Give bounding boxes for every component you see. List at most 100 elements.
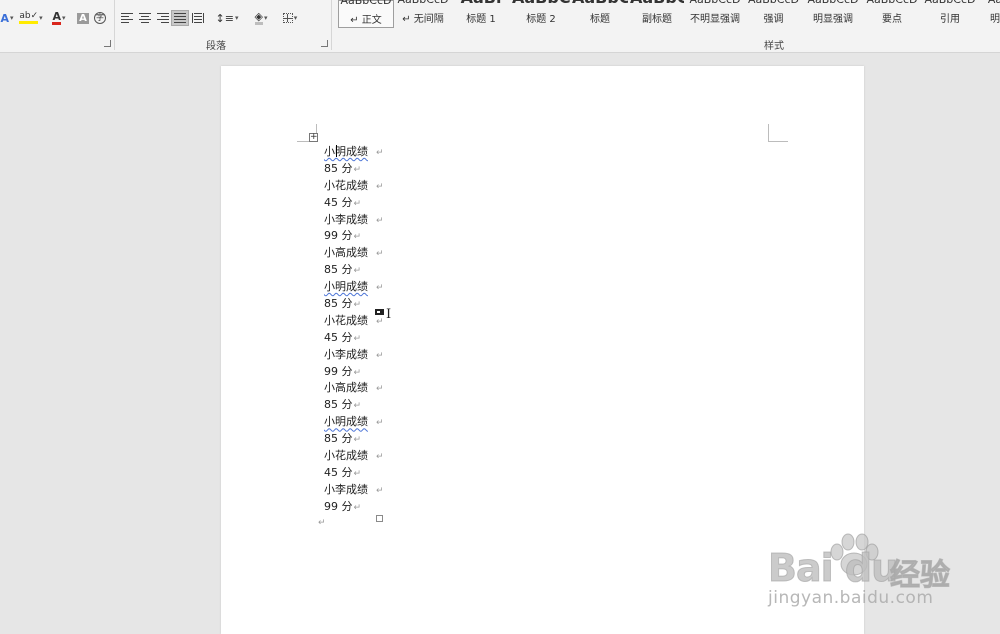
align-left-icon (121, 13, 133, 23)
align-center-button[interactable] (138, 10, 152, 26)
score-text: 85 分 (324, 297, 353, 311)
font-color-icon: A (52, 10, 61, 25)
shading-button[interactable]: ◈ ▾ (249, 10, 273, 26)
style-item[interactable]: AaBbC 副标题 (630, 0, 684, 28)
enclosed-char-icon: 字 (94, 12, 106, 24)
style-item[interactable]: AaBl 标题 1 (452, 0, 510, 28)
document-line[interactable]: 85 分↵ (324, 161, 384, 178)
student-name-text: 小明成绩 (324, 415, 368, 429)
style-item[interactable]: AaBbC 标题 2 (512, 0, 570, 28)
ibeam-cursor-icon: I (386, 307, 392, 322)
style-preview: AaBbC (512, 0, 570, 7)
score-text: 45 分 (324, 195, 353, 209)
paragraph-mark: ↵ (376, 316, 384, 327)
score-text: 99 分 (324, 229, 353, 243)
document-line[interactable]: 85 分↵ (324, 262, 384, 279)
document-line[interactable]: 45 分↵ (324, 195, 384, 212)
style-item[interactable]: AaBbCcD 不明显强调 (686, 0, 744, 28)
paragraph-mark: ↵ (376, 452, 384, 463)
style-item[interactable]: AaBbCcD 引用 (922, 0, 978, 28)
group-separator (114, 0, 115, 50)
style-name: 标题 (590, 14, 610, 25)
score-text: 45 分 (324, 330, 353, 344)
paragraph-mark: ↵ (353, 435, 362, 446)
align-right-button[interactable] (156, 10, 170, 26)
margin-corner-top-right (768, 124, 769, 142)
paragraph-mark: ↵ (376, 418, 384, 429)
student-name-text: 小高成绩 (324, 246, 368, 260)
align-left-button[interactable] (120, 10, 134, 26)
paste-options-icon[interactable] (375, 309, 384, 315)
document-line[interactable]: 小李成绩 ↵ (324, 482, 384, 499)
score-text: 85 分 (324, 263, 353, 277)
style-preview: AaBbCcD (804, 0, 862, 6)
document-line[interactable]: 小李成绩 ↵ (324, 212, 384, 229)
style-name: 不明显强调 (690, 14, 740, 25)
document-line[interactable]: 小高成绩 ↵ (324, 245, 384, 262)
style-item[interactable]: AaBbCcD ↵ 正文 (338, 0, 394, 28)
document-line[interactable]: 小花成绩 ↵ (324, 178, 384, 195)
style-item[interactable]: AaBbCcD 强调 (745, 0, 802, 28)
style-name: 标题 2 (526, 14, 556, 25)
document-line[interactable]: 99 分↵ (324, 228, 384, 245)
margin-corner-top-right-horizontal (768, 141, 788, 142)
enclose-char-button[interactable]: 字 (93, 10, 107, 26)
highlight-color-button[interactable]: ab✓ ▾ (19, 10, 43, 26)
paragraph-mark: ↵ (376, 485, 384, 496)
text-effects-icon: A (0, 11, 9, 25)
align-center-icon (139, 13, 151, 23)
document-line[interactable]: 85 分↵ (324, 431, 384, 448)
style-preview: AaBbCcD (922, 0, 978, 6)
style-name: 引用 (940, 14, 960, 25)
text-effects-button[interactable]: A ▾ (0, 10, 14, 26)
document-line[interactable]: 小明成绩 ↵ (324, 279, 384, 296)
document-line[interactable]: 99 分↵ (324, 499, 384, 516)
style-preview: AaBbC (630, 0, 684, 7)
font-color-button[interactable]: A ▾ (48, 10, 70, 26)
table-move-handle-icon[interactable]: + (309, 133, 318, 142)
paragraph-mark: ↵ (353, 502, 362, 513)
justify-button[interactable] (171, 10, 189, 26)
document-line[interactable]: 99 分↵ (324, 364, 384, 381)
styles-group-label: 样式 (764, 41, 784, 52)
student-name-text: 小花成绩 (324, 449, 368, 463)
student-name-text: 小明成绩 (324, 280, 368, 294)
style-item[interactable]: AaBbCcD 要点 (864, 0, 920, 28)
char-shading-button[interactable]: A (76, 10, 90, 26)
paragraph-dialog-launcher[interactable] (321, 40, 328, 47)
style-preview: AaBbCcD (686, 0, 744, 6)
borders-button[interactable]: ▾ (279, 10, 301, 26)
style-item[interactable]: Aa 明 (980, 0, 1000, 28)
document-line[interactable]: 小花成绩 ↵ (324, 448, 384, 465)
style-item[interactable]: AaBbC 标题 (572, 0, 628, 28)
score-text: 85 分 (324, 161, 353, 175)
ribbon: A ▾ ab✓ ▾ A ▾ A 字 ↕≡ ▾ ◈ ▾ ▾ 段落 AaBbCcD … (0, 0, 1000, 53)
document-line[interactable]: 小高成绩 ↵ (324, 380, 384, 397)
style-preview: AaBbCcD (745, 0, 802, 6)
style-item[interactable]: AaBbCcD ↵ 无间隔 (395, 0, 451, 28)
style-name: ↵ 无间隔 (402, 14, 444, 25)
document-line[interactable]: 小明成绩 ↵ (324, 144, 384, 161)
document-line[interactable]: 小李成绩 ↵ (324, 347, 384, 364)
score-text: 99 分 (324, 499, 353, 513)
style-name: 强调 (763, 14, 784, 25)
score-text: 85 分 (324, 398, 353, 412)
document-line[interactable]: 85 分↵ (324, 397, 384, 414)
highlighter-icon: ab✓ (19, 12, 39, 24)
table-resize-handle[interactable] (376, 515, 383, 522)
line-spacing-button[interactable]: ↕≡ ▾ (215, 10, 239, 26)
watermark-brand: Bai du (767, 546, 898, 591)
baidu-jingyan-watermark: Bai du 经验 jingyan.baidu.com (762, 528, 1000, 618)
document-body[interactable]: 小明成绩 ↵ 85 分↵ 小花成绩 ↵ 45 分↵ 小李成绩 ↵ 99 分↵ 小高成绩 ↵ 85 分↵… (324, 144, 384, 516)
align-right-icon (157, 13, 169, 23)
document-line[interactable]: 45 分↵ (324, 330, 384, 347)
font-dialog-launcher[interactable] (104, 40, 111, 47)
document-line[interactable]: 小明成绩 ↵ (324, 414, 384, 431)
document-line[interactable]: 45 分↵ (324, 465, 384, 482)
distributed-button[interactable] (191, 10, 205, 26)
style-name: ↵ 正文 (350, 15, 382, 26)
line-spacing-icon: ↕≡ (215, 11, 234, 25)
style-item[interactable]: AaBbCcD 明显强调 (804, 0, 862, 28)
paragraph-mark: ↵ (353, 468, 362, 479)
document-line[interactable]: 小花成绩 ↵ (324, 313, 384, 330)
